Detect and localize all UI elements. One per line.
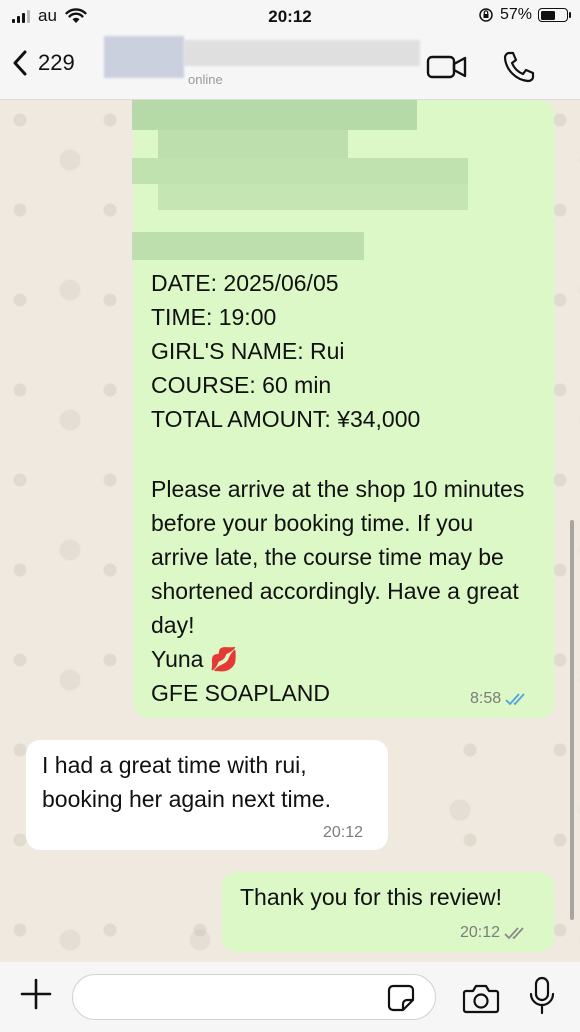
signature-name: Yuna 💋 <box>151 646 239 672</box>
booking-time: TIME: 19:00 <box>151 304 277 330</box>
incoming-line: booking her again next time. <box>42 786 331 812</box>
sticker-icon[interactable] <box>386 983 416 1013</box>
message-time: 8:58 <box>470 690 502 707</box>
microphone-icon[interactable] <box>528 976 556 1016</box>
message-meta: 20:12 <box>460 924 530 942</box>
contact-status: online <box>188 72 223 87</box>
battery-percent: 57% <box>499 6 532 23</box>
message-input[interactable] <box>72 974 436 1020</box>
contact-name[interactable]: 229 <box>38 50 75 76</box>
delivered-ticks-icon <box>504 927 524 940</box>
booking-details: DATE: 2025/06/05 TIME: 19:00 GIRL'S NAME… <box>151 266 531 436</box>
redacted-text-block <box>132 232 364 260</box>
redacted-text-block <box>158 184 468 210</box>
input-bar <box>0 962 580 1032</box>
chat-header: 229 online <box>0 34 580 100</box>
message-time: 20:12 <box>323 824 364 841</box>
scrollbar[interactable] <box>570 520 574 920</box>
incoming-line: I had a great time with rui, <box>42 752 307 778</box>
booking-signature: Yuna 💋 GFE SOAPLAND <box>151 642 330 710</box>
booking-amount: TOTAL AMOUNT: ¥34,000 <box>151 406 421 432</box>
plus-icon[interactable] <box>18 976 54 1012</box>
redacted-text-block <box>132 158 468 184</box>
phone-icon[interactable] <box>502 50 536 84</box>
chevron-left-icon <box>13 50 27 76</box>
back-button[interactable]: 229 <box>12 50 75 76</box>
redacted-text-block <box>132 100 417 130</box>
outgoing-message-text: Thank you for this review! <box>240 884 503 910</box>
status-bar: au 20:12 57% <box>0 0 580 34</box>
redacted-avatar <box>104 36 184 78</box>
redacted-text-block <box>158 130 348 158</box>
message-time: 20:12 <box>460 924 501 941</box>
message-meta: 20:12 <box>323 824 363 842</box>
battery-icon <box>538 8 571 22</box>
booking-instructions: Please arrive at the shop 10 minutes bef… <box>151 476 525 638</box>
booking-date: DATE: 2025/06/05 <box>151 270 339 296</box>
orientation-lock-icon <box>479 8 493 22</box>
redacted-contact-info <box>184 40 420 66</box>
signature-shop: GFE SOAPLAND <box>151 680 330 706</box>
status-bar-right: 57% <box>478 6 571 24</box>
video-camera-icon[interactable] <box>426 52 468 82</box>
incoming-message-text: I had a great time with rui, booking her… <box>42 748 382 816</box>
camera-icon[interactable] <box>462 982 500 1014</box>
message-meta: 8:58 <box>470 690 531 708</box>
read-ticks-icon <box>505 693 525 706</box>
booking-course: COURSE: 60 min <box>151 372 332 398</box>
booking-name: GIRL'S NAME: Rui <box>151 338 345 364</box>
